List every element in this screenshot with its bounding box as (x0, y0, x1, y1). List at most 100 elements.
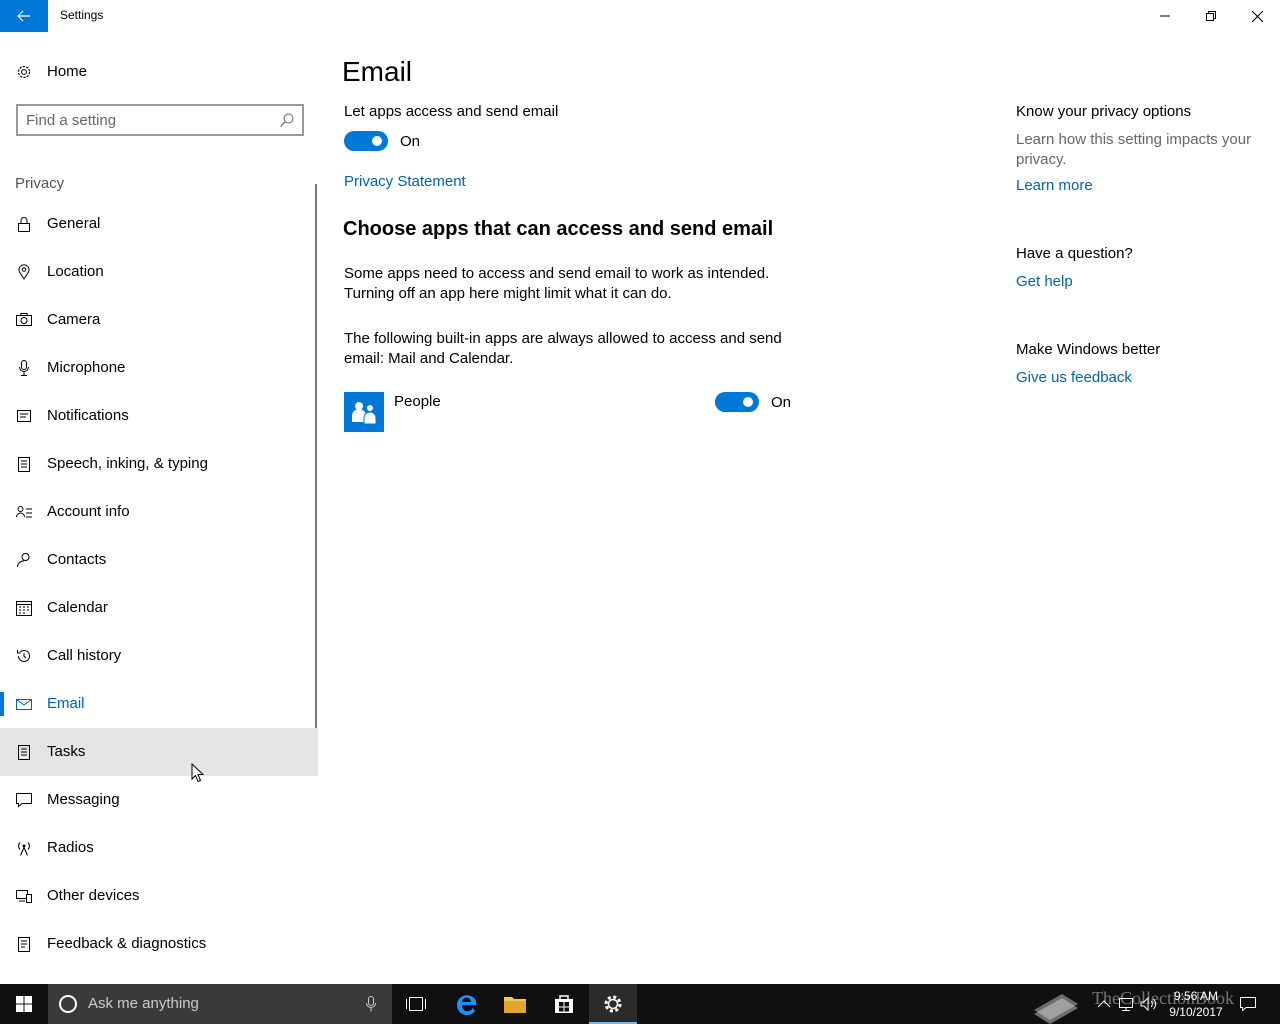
section-label: Privacy (15, 175, 65, 192)
folder-icon (504, 997, 526, 1013)
people-app-icon (344, 392, 384, 432)
sidebar-item-label: Speech, inking, & typing (47, 455, 208, 472)
sidebar-item-label: Microphone (47, 359, 126, 376)
store-icon (555, 995, 573, 1013)
network-icon[interactable] (1116, 994, 1136, 1014)
system-clock[interactable]: 9:56 AM 9/10/2017 (1160, 988, 1232, 1020)
master-toggle-caption: Let apps access and send email (344, 103, 559, 120)
taskbar: Ask me anything TheCollectionBook 9:56 A… (0, 984, 1280, 1024)
history-icon (17, 649, 30, 662)
sidebar-item-label: Tasks (47, 743, 86, 760)
sidebar-item-account-info[interactable]: Account info (0, 488, 318, 536)
toggle-knob (372, 136, 382, 146)
privacy-nav: General Location Camera Microphone Notif… (0, 200, 318, 968)
account-info-icon (16, 506, 32, 518)
apps-description: Some apps need to access and send email … (344, 265, 770, 302)
restore-button[interactable] (1188, 0, 1234, 32)
sidebar-item-notifications[interactable]: Notifications (0, 392, 318, 440)
privacy-statement-link[interactable]: Privacy Statement (344, 173, 466, 190)
sidebar-item-speech[interactable]: Speech, inking, & typing (0, 440, 318, 488)
start-button[interactable] (0, 984, 48, 1024)
sidebar-home[interactable]: Home (0, 56, 320, 90)
calendar-icon (16, 601, 32, 616)
clock-date: 9/10/2017 (1169, 1005, 1223, 1019)
sidebar-item-label: Email (47, 695, 85, 712)
gear-icon (604, 995, 622, 1013)
edge-taskbar-button[interactable] (443, 984, 491, 1024)
chevron-up-icon[interactable] (1094, 994, 1114, 1014)
minimize-button[interactable] (1142, 0, 1188, 32)
microphone-icon[interactable] (366, 996, 376, 1012)
search-icon[interactable] (280, 113, 294, 127)
camera-icon (16, 313, 32, 326)
get-help-link[interactable]: Get help (1016, 273, 1073, 290)
tasks-icon (18, 745, 30, 760)
sidebar-item-label: Feedback & diagnostics (47, 935, 207, 952)
search-input[interactable] (26, 110, 276, 130)
messaging-icon (16, 793, 32, 808)
cortana-placeholder: Ask me anything (88, 995, 199, 1012)
mouse-cursor-icon (191, 763, 205, 783)
people-app-toggle[interactable] (715, 392, 759, 412)
sidebar-item-email[interactable]: Email (0, 680, 318, 728)
cortana-icon (59, 995, 77, 1013)
action-center-icon[interactable] (1238, 994, 1258, 1014)
toggle-knob (743, 397, 753, 407)
task-view-button[interactable] (392, 984, 440, 1024)
sidebar-home-label: Home (47, 63, 88, 80)
edge-icon (456, 995, 476, 1015)
sidebar-item-label: Contacts (47, 551, 107, 568)
sidebar-item-general[interactable]: General (0, 200, 318, 248)
sidebar-item-call-history[interactable]: Call history (0, 632, 318, 680)
title-bar: Settings (0, 0, 1280, 32)
devices-icon (16, 890, 32, 903)
sidebar-item-label: Notifications (47, 407, 129, 424)
sidebar-item-feedback[interactable]: Feedback & diagnostics (0, 920, 318, 968)
sidebar-item-label: Account info (47, 503, 130, 520)
settings-taskbar-button[interactable] (589, 984, 637, 1024)
choose-apps-heading: Choose apps that can access and send ema… (343, 218, 774, 240)
question-heading: Have a question? (1016, 245, 1133, 262)
search-box[interactable] (16, 104, 304, 136)
restore-icon (1206, 11, 1216, 21)
people-icon (352, 402, 377, 425)
volume-icon[interactable] (1138, 994, 1158, 1014)
notifications-icon (17, 410, 31, 422)
sidebar-item-calendar[interactable]: Calendar (0, 584, 318, 632)
microphone-icon (19, 360, 29, 376)
sidebar-item-other-devices[interactable]: Other devices (0, 872, 318, 920)
sidebar-item-label: Call history (47, 647, 122, 664)
windows-logo-icon (16, 996, 32, 1012)
cortana-search-box[interactable]: Ask me anything (48, 984, 392, 1024)
built-in-apps-note: The following built-in apps are always a… (344, 330, 782, 367)
sidebar-item-radios[interactable]: Radios (0, 824, 318, 872)
learn-more-link[interactable]: Learn more (1016, 177, 1093, 194)
sidebar-item-microphone[interactable]: Microphone (0, 344, 318, 392)
location-icon (18, 264, 30, 280)
back-button[interactable] (0, 0, 48, 32)
file-explorer-taskbar-button[interactable] (491, 984, 539, 1024)
give-feedback-link[interactable]: Give us feedback (1016, 369, 1132, 386)
master-email-toggle[interactable] (344, 131, 388, 151)
windows-better-heading: Make Windows better (1016, 341, 1161, 358)
store-taskbar-button[interactable] (540, 984, 588, 1024)
sidebar-item-label: General (47, 215, 101, 232)
speech-icon (18, 457, 30, 472)
page-title: Email (342, 56, 413, 87)
people-app-name: People (394, 393, 441, 410)
sidebar-item-messaging[interactable]: Messaging (0, 776, 318, 824)
watermark-book-icon (1034, 994, 1078, 1024)
contacts-icon (16, 553, 30, 568)
people-toggle-state: On (771, 394, 792, 411)
sidebar-item-contacts[interactable]: Contacts (0, 536, 318, 584)
close-icon (1251, 10, 1263, 22)
close-button[interactable] (1234, 0, 1280, 32)
sidebar-item-tasks[interactable]: Tasks (0, 728, 318, 776)
feedback-icon (18, 937, 30, 952)
lock-icon (18, 217, 30, 232)
sidebar-item-location[interactable]: Location (0, 248, 318, 296)
sidebar-item-camera[interactable]: Camera (0, 296, 318, 344)
sidebar-item-label: Camera (47, 311, 101, 328)
sidebar-item-label: Location (47, 263, 104, 280)
radios-icon (18, 842, 30, 856)
